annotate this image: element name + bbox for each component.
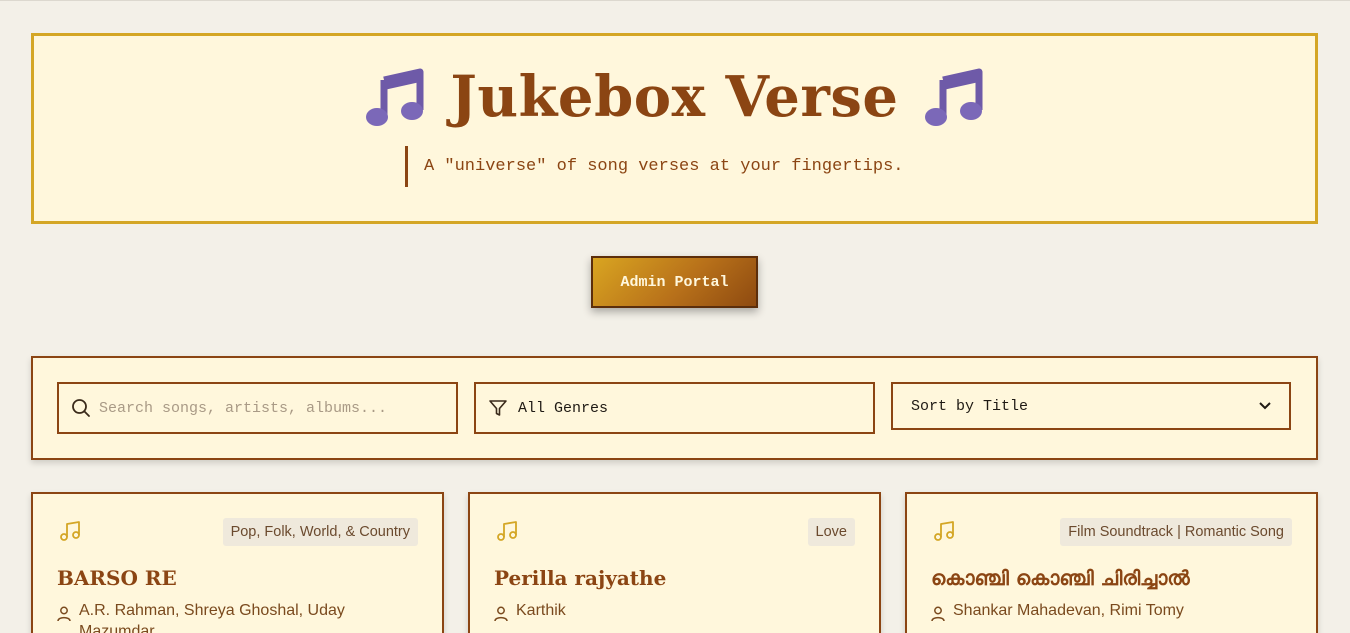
- sort-select-value: Sort by Title: [911, 397, 1029, 415]
- genre-filter[interactable]: All Genres: [474, 382, 875, 434]
- chevron-down-icon: [1259, 402, 1271, 410]
- song-artists: Karthik: [516, 602, 566, 619]
- search-icon: [72, 399, 90, 417]
- artist-row: Shankar Mahadevan, Rimi Tomy: [931, 600, 1261, 622]
- tagline: A "universe" of song verses at your fing…: [405, 146, 903, 187]
- song-artists: A.R. Rahman, Shreya Ghoshal, Uday Mazumd…: [79, 602, 345, 633]
- genre-select-value: All Genres: [518, 399, 609, 417]
- music-note-icon: [364, 66, 426, 128]
- song-artists: Shankar Mahadevan, Rimi Tomy: [953, 602, 1184, 619]
- sort-select[interactable]: Sort by Title: [891, 382, 1291, 430]
- filter-icon: [489, 400, 507, 416]
- hero-title-row: Jukebox Verse: [34, 64, 1315, 130]
- music-note-icon: [497, 521, 517, 541]
- song-title: BARSO RE: [57, 566, 177, 590]
- hero-banner: Jukebox Verse A "universe" of song verse…: [31, 33, 1318, 224]
- user-icon: [931, 606, 945, 622]
- user-icon: [494, 606, 508, 622]
- song-title: കൊഞ്ചി കൊഞ്ചി ചിരിച്ചാൽ: [931, 566, 1190, 590]
- artist-row: A.R. Rahman, Shreya Ghoshal, Uday Mazumd…: [57, 600, 387, 633]
- search-input[interactable]: [99, 399, 439, 417]
- song-title: Perilla rajyathe: [494, 566, 667, 590]
- song-card[interactable]: Pop, Folk, World, & Country BARSO RE A.R…: [31, 492, 444, 633]
- song-card[interactable]: Film Soundtrack | Romantic Song കൊഞ്ചി ക…: [905, 492, 1318, 633]
- page-title: Jukebox Verse: [450, 64, 899, 130]
- search-field[interactable]: [57, 382, 458, 434]
- genre-badge: Love: [807, 518, 855, 546]
- user-icon: [57, 606, 71, 622]
- artist-row: Karthik: [494, 600, 824, 622]
- music-note-icon: [60, 521, 80, 541]
- music-note-icon: [934, 521, 954, 541]
- genre-badge: Film Soundtrack | Romantic Song: [1060, 518, 1292, 546]
- music-note-icon: [923, 66, 985, 128]
- song-card[interactable]: Love Perilla rajyathe Karthik: [468, 492, 881, 633]
- genre-badge: Pop, Folk, World, & Country: [222, 518, 418, 546]
- filter-panel: All Genres Sort by Title: [31, 356, 1318, 460]
- admin-portal-button[interactable]: Admin Portal: [591, 256, 758, 308]
